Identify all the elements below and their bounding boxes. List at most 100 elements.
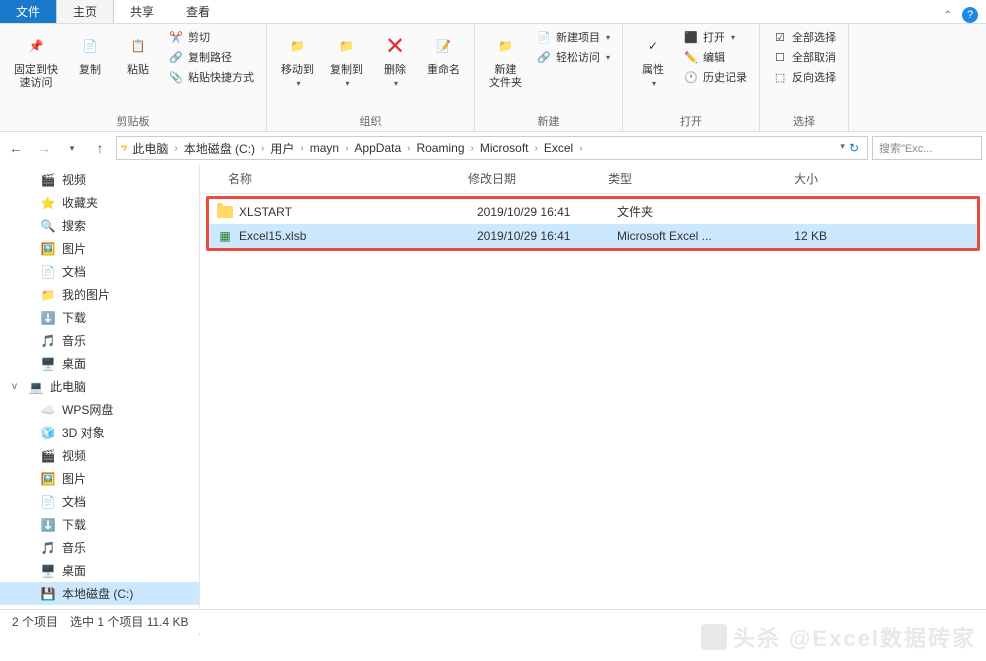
open-button[interactable]: ⬛打开▾	[679, 28, 751, 46]
file-type: 文件夹	[617, 203, 747, 220]
ribbon-collapse-icon[interactable]: ⌃	[944, 10, 952, 21]
new-group-label: 新建	[538, 111, 560, 129]
sidebar-item[interactable]: 🎵音乐	[0, 329, 199, 352]
edit-label: 编辑	[703, 49, 725, 65]
sidebar-item-label: 本地磁盘 (C:)	[62, 585, 133, 602]
file-list-header: 名称 修改日期 类型 大小	[200, 164, 986, 194]
sidebar-item[interactable]: v💻此电脑	[0, 375, 199, 398]
select-all-button[interactable]: ☑全部选择	[768, 28, 840, 46]
paste-button[interactable]: 📋 粘贴	[116, 28, 160, 79]
sidebar-item[interactable]: 🎬视频	[0, 168, 199, 191]
tab-file[interactable]: 文件	[0, 0, 56, 23]
cut-label: 剪切	[188, 29, 210, 45]
chevron-right-icon[interactable]: ›	[259, 143, 266, 154]
column-name[interactable]: 名称	[208, 170, 468, 187]
sidebar-item[interactable]: 🎬视频	[0, 444, 199, 467]
sidebar-item[interactable]: 🎵音乐	[0, 536, 199, 559]
breadcrumb-item[interactable]: 用户	[266, 140, 298, 157]
new-folder-button[interactable]: 📁新建 文件夹	[483, 28, 528, 92]
chevron-right-icon[interactable]: ›	[172, 143, 179, 154]
invert-icon: ⬚	[772, 69, 788, 85]
properties-button[interactable]: ✓属性▾	[631, 28, 675, 90]
history-button[interactable]: 🕐历史记录	[679, 68, 751, 86]
back-button[interactable]: ←	[4, 136, 28, 160]
copy-path-button[interactable]: 🔗复制路径	[164, 48, 258, 66]
new-item-button[interactable]: 📄新建项目▾	[532, 28, 614, 46]
column-size[interactable]: 大小	[738, 170, 818, 187]
copy-to-button[interactable]: 📁复制到▾	[324, 28, 369, 90]
tab-view[interactable]: 查看	[170, 0, 226, 23]
easy-access-button[interactable]: 🔗轻松访问▾	[532, 48, 614, 66]
drive-icon: 💾	[40, 586, 56, 602]
rename-button[interactable]: 📝重命名	[421, 28, 466, 79]
expand-icon[interactable]: v	[12, 381, 17, 392]
video-icon: 🎬	[40, 448, 56, 464]
breadcrumb-item[interactable]: 此电脑	[128, 140, 172, 157]
clipboard-group-label: 剪贴板	[117, 111, 150, 129]
breadcrumb[interactable]: › 此电脑› 本地磁盘 (C:)› 用户› mayn› AppData› Roa…	[116, 136, 868, 160]
ribbon-group-open: ✓属性▾ ⬛打开▾ ✏️编辑 🕐历史记录 打开	[623, 24, 760, 131]
sidebar-item[interactable]: ⬇️下载	[0, 306, 199, 329]
sidebar-item[interactable]: 🖥️桌面	[0, 352, 199, 375]
breadcrumb-item[interactable]: mayn	[306, 141, 343, 155]
selection-info: 选中 1 个项目 11.4 KB	[70, 613, 188, 630]
up-button[interactable]: ↑	[88, 136, 112, 160]
sidebar-item[interactable]: 🧊3D 对象	[0, 421, 199, 444]
sidebar-item[interactable]: 🖼️图片	[0, 467, 199, 490]
selectall-icon: ☑	[772, 29, 788, 45]
sidebar-item[interactable]: 🖼️图片	[0, 237, 199, 260]
edit-button[interactable]: ✏️编辑	[679, 48, 751, 66]
sidebar-item[interactable]: 📄文档	[0, 260, 199, 283]
tab-share[interactable]: 共享	[114, 0, 170, 23]
file-name: XLSTART	[239, 205, 477, 219]
breadcrumb-item[interactable]: 本地磁盘 (C:)	[180, 140, 259, 157]
sidebar-item-label: 我的图片	[62, 286, 110, 303]
sidebar-item[interactable]: 📁我的图片	[0, 283, 199, 306]
invert-selection-button[interactable]: ⬚反向选择	[768, 68, 840, 86]
sidebar-item-label: 搜索	[62, 217, 86, 234]
sidebar-item[interactable]: 💾 本地磁盘 (C:)	[0, 582, 199, 605]
main-content: 🎬视频⭐收藏夹🔍搜索🖼️图片📄文档📁我的图片⬇️下载🎵音乐🖥️桌面v💻此电脑☁️…	[0, 164, 986, 636]
breadcrumb-item[interactable]: Excel	[540, 141, 577, 155]
pin-button[interactable]: 📌 固定到快 速访问	[8, 28, 64, 92]
sidebar-item[interactable]: ⭐收藏夹	[0, 191, 199, 214]
breadcrumb-item[interactable]: Microsoft	[476, 141, 533, 155]
breadcrumb-item[interactable]: AppData	[350, 141, 405, 155]
column-type[interactable]: 类型	[608, 170, 738, 187]
refresh-icon[interactable]: ↻	[849, 141, 859, 155]
chevron-right-icon[interactable]: ›	[533, 143, 540, 154]
chevron-right-icon[interactable]: ›	[405, 143, 412, 154]
copy-icon: 📄	[74, 30, 106, 62]
sidebar-item[interactable]: 📄文档	[0, 490, 199, 513]
column-date[interactable]: 修改日期	[468, 170, 608, 187]
paste-shortcut-button[interactable]: 📎粘贴快捷方式	[164, 68, 258, 86]
chevron-right-icon[interactable]: ›	[577, 143, 584, 154]
breadcrumb-item[interactable]: Roaming	[412, 141, 468, 155]
move-to-button[interactable]: 📁移动到▾	[275, 28, 320, 90]
forward-button[interactable]: →	[32, 136, 56, 160]
delete-button[interactable]: ✕删除▾	[373, 28, 417, 90]
file-row[interactable]: XLSTART 2019/10/29 16:41 文件夹	[209, 199, 977, 224]
paste-label: 粘贴	[127, 64, 149, 77]
search-input[interactable]: 搜索"Exc...	[872, 136, 982, 160]
chevron-right-icon[interactable]: ›	[469, 143, 476, 154]
edit-icon: ✏️	[683, 49, 699, 65]
sidebar-item[interactable]: ☁️WPS网盘	[0, 398, 199, 421]
sidebar-item[interactable]: ⬇️下载	[0, 513, 199, 536]
pin-icon: 📌	[20, 30, 52, 62]
tab-home[interactable]: 主页	[56, 0, 114, 23]
chevron-right-icon[interactable]: ›	[343, 143, 350, 154]
image-icon: 🖼️	[40, 471, 56, 487]
breadcrumb-dropdown-icon[interactable]: ▾	[840, 141, 845, 155]
sidebar-item[interactable]: 🖥️桌面	[0, 559, 199, 582]
chevron-right-icon[interactable]: ›	[298, 143, 305, 154]
copy-button[interactable]: 📄 复制	[68, 28, 112, 79]
history-icon: 🕐	[683, 69, 699, 85]
image-icon: 🖼️	[40, 241, 56, 257]
sidebar-item[interactable]: 🔍搜索	[0, 214, 199, 237]
help-icon[interactable]: ?	[962, 7, 978, 23]
file-row[interactable]: ▦ Excel15.xlsb 2019/10/29 16:41 Microsof…	[209, 224, 977, 248]
select-none-button[interactable]: ☐全部取消	[768, 48, 840, 66]
cut-button[interactable]: ✂️剪切	[164, 28, 258, 46]
recent-dropdown[interactable]: ▾	[60, 136, 84, 160]
